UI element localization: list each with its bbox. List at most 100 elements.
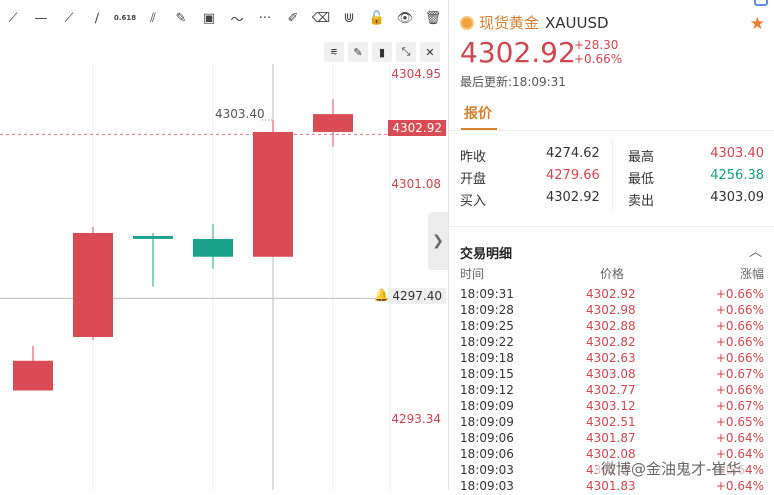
candle-body bbox=[193, 238, 233, 257]
drawing-toolbar: ⟋ — ⟋ ∕ 0.618 ⫽ ✎ ▣ 〜 ··· ✐ ⌫ ⋓ 🔓 👁 🗑 bbox=[0, 0, 448, 36]
trade-price: 4302.51 bbox=[586, 415, 636, 429]
lock-icon[interactable]: 🔓 bbox=[364, 5, 390, 31]
trade-change: +0.66% bbox=[715, 303, 764, 317]
instrument-title: 现货黄金 XAUUSD bbox=[460, 12, 609, 33]
price-change-pct: +0.66% bbox=[574, 52, 623, 66]
trade-price: 4303.08 bbox=[586, 367, 636, 381]
trade-row: 18:09:22 4302.82 +0.66% bbox=[449, 335, 774, 351]
tab-quote[interactable]: 报价 bbox=[464, 103, 492, 123]
trade-change: +0.67% bbox=[715, 367, 764, 381]
trade-time: 18:09:25 bbox=[460, 319, 514, 333]
close-icon[interactable]: ✕ bbox=[420, 42, 440, 62]
trade-change: +0.66% bbox=[715, 351, 764, 365]
column-header-time: 时间 bbox=[460, 267, 485, 281]
crosshair-price-tag: 4297.40 bbox=[388, 288, 446, 304]
quote-label: 买入 bbox=[460, 194, 487, 209]
star-icon[interactable]: ★ bbox=[750, 14, 765, 34]
y-tick-label: 4304.95 bbox=[391, 67, 441, 81]
wave-icon[interactable]: 〜 bbox=[224, 5, 250, 31]
eraser-icon[interactable]: ⌫ bbox=[308, 5, 334, 31]
horizontal-line-icon[interactable]: — bbox=[28, 5, 54, 31]
quote-value: 4303.09 bbox=[710, 190, 764, 205]
instrument-symbol: XAUUSD bbox=[545, 13, 609, 32]
bell-icon[interactable]: 🔔 bbox=[374, 288, 389, 302]
trade-change: +0.65% bbox=[715, 415, 764, 429]
candle-body bbox=[73, 232, 113, 337]
quote-value: 4303.40 bbox=[710, 146, 764, 161]
quote-value: 4274.62 bbox=[546, 146, 600, 161]
trade-time: 18:09:03 bbox=[460, 463, 514, 477]
more-icon[interactable]: ··· bbox=[252, 5, 278, 31]
ray-tool-icon[interactable]: ⟋ bbox=[0, 5, 26, 31]
trade-time: 18:09:12 bbox=[460, 383, 514, 397]
high-annotation: 4303.40 bbox=[215, 107, 265, 121]
trade-change: +0.64% bbox=[715, 479, 764, 493]
watermark: 微博@金油鬼才-崔华 bbox=[597, 458, 746, 479]
candle-type-icon[interactable]: ▮ bbox=[372, 42, 392, 62]
trade-row: 18:09:15 4303.08 +0.67% bbox=[449, 367, 774, 383]
trade-row: 18:09:09 4303.12 +0.67% bbox=[449, 399, 774, 415]
trade-price: 4301.87 bbox=[586, 431, 636, 445]
fan-icon[interactable]: ⫽ bbox=[140, 5, 166, 31]
trend-line-icon[interactable]: ⟋ bbox=[56, 5, 82, 31]
trade-time: 18:09:18 bbox=[460, 351, 514, 365]
price-change: +28.30 bbox=[574, 38, 619, 52]
quote-label: 最低 bbox=[628, 172, 655, 187]
candlestick-chart[interactable] bbox=[0, 64, 448, 490]
fib-retracement-icon[interactable]: 0.618 bbox=[112, 5, 138, 31]
trade-price: 4303.12 bbox=[586, 399, 636, 413]
candle-body bbox=[133, 235, 173, 239]
trade-time: 18:09:22 bbox=[460, 335, 514, 349]
trade-change: +0.66% bbox=[715, 335, 764, 349]
collapse-icon[interactable]: ⤡ bbox=[396, 42, 416, 62]
expand-sidebar-button[interactable]: ❯ bbox=[428, 212, 448, 270]
trade-time: 18:09:09 bbox=[460, 399, 514, 413]
candle-body bbox=[13, 360, 53, 391]
trade-row: 18:09:25 4302.88 +0.66% bbox=[449, 319, 774, 335]
current-price-tag: 4302.92 bbox=[388, 120, 446, 136]
pen-icon[interactable]: ✎ bbox=[348, 42, 368, 62]
trade-time: 18:09:15 bbox=[460, 367, 514, 381]
trade-price: 4302.92 bbox=[586, 287, 636, 301]
pencil-line-icon[interactable]: ∕ bbox=[84, 5, 110, 31]
trade-price: 4302.88 bbox=[586, 319, 636, 333]
trade-change: +0.66% bbox=[715, 383, 764, 397]
trade-time: 18:09:06 bbox=[460, 447, 514, 461]
trade-row: 18:09:06 4301.87 +0.64% bbox=[449, 431, 774, 447]
quote-value: 4302.92 bbox=[546, 190, 600, 205]
trade-price: 4302.63 bbox=[586, 351, 636, 365]
trade-time: 18:09:09 bbox=[460, 415, 514, 429]
magnet-icon[interactable]: ⋓ bbox=[336, 5, 362, 31]
trade-price: 4302.82 bbox=[586, 335, 636, 349]
y-tick-label: 4293.34 bbox=[391, 412, 441, 426]
image-icon[interactable]: ▣ bbox=[196, 5, 222, 31]
instrument-name: 现货黄金 bbox=[479, 14, 540, 32]
candle-body bbox=[313, 114, 353, 132]
quote-panel: 现货黄金 XAUUSD ★ 4302.92 +28.30 +0.66% 最后更新… bbox=[449, 0, 774, 493]
last-updated: 最后更新:18:09:31 bbox=[460, 75, 566, 89]
trade-row: 18:09:09 4302.51 +0.65% bbox=[449, 415, 774, 431]
quote-label: 昨收 bbox=[460, 150, 487, 165]
edit-icon[interactable]: ✐ bbox=[280, 5, 306, 31]
window-corner-icon[interactable] bbox=[754, 0, 768, 6]
line-style-icon[interactable]: ⩳ bbox=[324, 42, 344, 62]
trade-row: 18:09:12 4302.77 +0.66% bbox=[449, 383, 774, 399]
quote-label: 开盘 bbox=[460, 172, 487, 187]
quote-label: 卖出 bbox=[628, 194, 655, 209]
eye-icon[interactable]: 👁 bbox=[392, 5, 418, 31]
trade-change: +0.67% bbox=[715, 399, 764, 413]
chart-panel[interactable]: ⟋ — ⟋ ∕ 0.618 ⫽ ✎ ▣ 〜 ··· ✐ ⌫ ⋓ 🔓 👁 🗑 ⩳ ✎ ▮ ⤡ ✕ 4304.95 430… bbox=[0, 0, 449, 490]
brush-icon[interactable]: ✎ bbox=[168, 5, 194, 31]
quote-label: 最高 bbox=[628, 150, 655, 165]
trade-time: 18:09:06 bbox=[460, 431, 514, 445]
column-header-price: 价格 bbox=[600, 267, 625, 281]
trash-icon[interactable]: 🗑 bbox=[420, 5, 446, 31]
trade-price: 4301.83 bbox=[586, 479, 636, 493]
last-price: 4302.92 bbox=[460, 36, 576, 69]
trades-title: 交易明细 bbox=[460, 247, 513, 262]
y-tick-label: 4301.08 bbox=[391, 177, 441, 191]
divider bbox=[449, 226, 774, 227]
trade-time: 18:09:31 bbox=[460, 287, 514, 301]
quote-value: 4279.66 bbox=[546, 168, 600, 183]
chevron-up-icon[interactable]: ︿ bbox=[749, 241, 762, 260]
